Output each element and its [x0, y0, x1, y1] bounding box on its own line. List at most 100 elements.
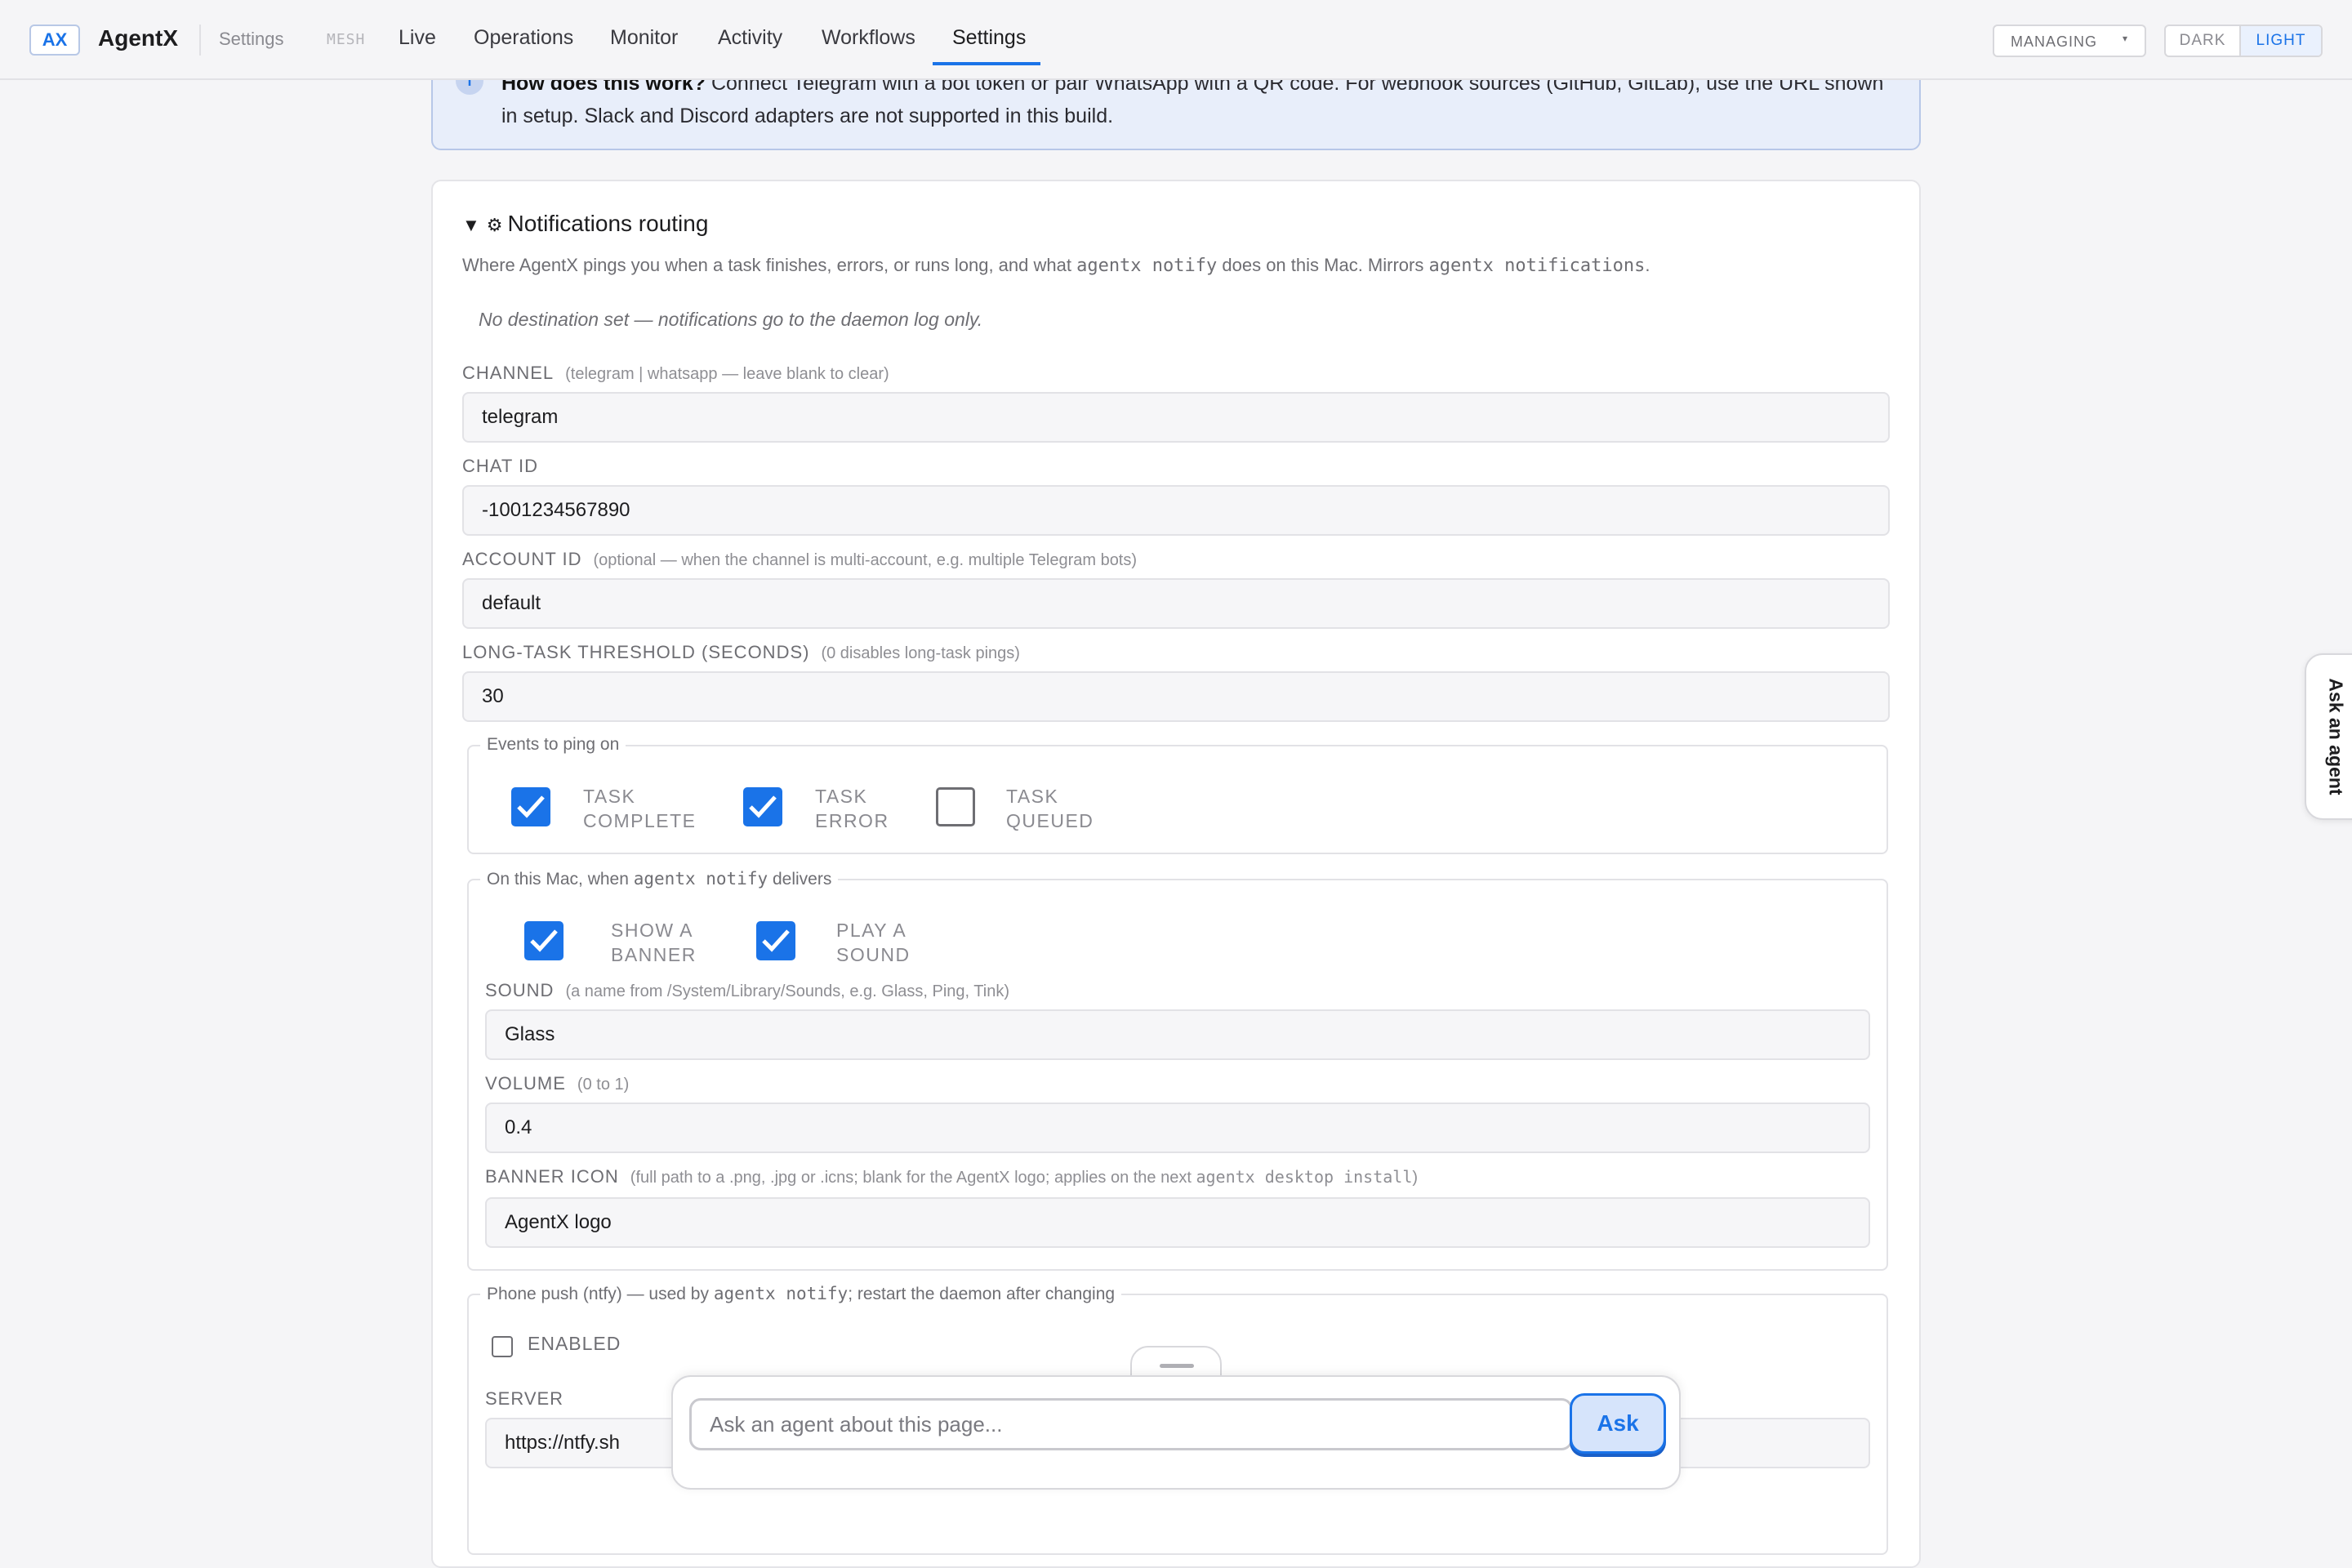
field-label: BANNER ICON: [485, 1166, 619, 1187]
label-line: TASK: [583, 786, 636, 807]
top-nav-bar: AX AgentX Settings MESH Live Operations …: [0, 0, 2352, 80]
managing-label: MANAGING: [2011, 33, 2098, 50]
tab-operations[interactable]: Operations: [474, 26, 573, 50]
task-queued-label: TASK QUEUED: [1006, 784, 1094, 833]
section-toggle[interactable]: ▼ ⚙ Notifications routing: [462, 211, 708, 237]
tab-live[interactable]: Live: [399, 26, 436, 50]
checkmark-icon: [517, 795, 545, 818]
events-legend: Events to ping on: [480, 735, 626, 755]
threshold-label: LONG-TASK THRESHOLD (SECONDS) (0 disables…: [462, 642, 1020, 663]
task-error-label: TASK ERROR: [815, 784, 889, 833]
chat-id-input[interactable]: -1001234567890: [462, 485, 1890, 536]
ask-input[interactable]: Ask an agent about this page...: [689, 1398, 1573, 1450]
checkmark-icon: [762, 929, 790, 952]
section-title: Notifications routing: [507, 211, 709, 236]
field-label: LONG-TASK THRESHOLD (SECONDS): [462, 642, 810, 662]
volume-label: VOLUME (0 to 1): [485, 1073, 629, 1094]
label-line: PLAY A: [836, 920, 907, 941]
banner-icon-input[interactable]: AgentX logo: [485, 1197, 1870, 1248]
server-label: SERVER: [485, 1388, 564, 1410]
legend-text: Phone push (ntfy) — used by: [487, 1285, 714, 1303]
label-line: SHOW A: [611, 920, 694, 941]
app-name[interactable]: AgentX: [98, 25, 178, 51]
divider: [199, 24, 201, 56]
desc-code: agentx notifications: [1428, 256, 1646, 276]
volume-input[interactable]: 0.4: [485, 1102, 1870, 1153]
section-description: Where AgentX pings you when a task finis…: [462, 255, 1650, 276]
tab-settings[interactable]: Settings: [952, 26, 1026, 50]
desc-code: agentx notify: [1076, 256, 1218, 276]
sound-label: SOUND (a name from /System/Library/Sounds…: [485, 980, 1009, 1001]
account-id-input[interactable]: default: [462, 578, 1890, 629]
app-logo[interactable]: AX: [29, 24, 80, 56]
legend-text: ; restart the daemon after changing: [848, 1285, 1116, 1303]
hint-code: agentx desktop install: [1196, 1167, 1413, 1187]
checkmark-icon: [749, 795, 777, 818]
task-complete-checkbox[interactable]: [511, 787, 550, 826]
mac-legend: On this Mac, when agentx notify delivers: [480, 869, 839, 889]
field-hint: (full path to a .png, .jpg or .icns; bla…: [630, 1167, 1418, 1187]
theme-light-button[interactable]: LIGHT: [2241, 26, 2321, 56]
info-line-2: in setup. Slack and Discord adapters are…: [501, 105, 1114, 127]
show-banner-label: SHOW A BANNER: [611, 918, 697, 967]
threshold-input[interactable]: 30: [462, 671, 1890, 722]
hint-text: (full path to a .png, .jpg or .icns; bla…: [630, 1169, 1196, 1187]
ntfy-enabled-checkbox[interactable]: [492, 1336, 513, 1357]
label-line: COMPLETE: [583, 810, 697, 831]
theme-toggle: DARK LIGHT: [2164, 24, 2323, 57]
legend-code: agentx notify: [713, 1284, 849, 1303]
field-label: ACCOUNT ID: [462, 549, 582, 569]
play-sound-checkbox[interactable]: [756, 921, 795, 960]
tab-workflows[interactable]: Workflows: [822, 26, 915, 50]
label-line: SOUND: [836, 944, 911, 965]
field-hint: (optional — when the channel is multi-ac…: [593, 551, 1138, 569]
label-line: TASK: [815, 786, 868, 807]
ntfy-legend: Phone push (ntfy) — used by agentx notif…: [480, 1284, 1122, 1304]
show-banner-checkbox[interactable]: [524, 921, 564, 960]
mesh-label[interactable]: MESH: [327, 31, 365, 48]
managing-dropdown[interactable]: MANAGING ▾: [1993, 24, 2146, 57]
active-tab-indicator: [933, 62, 1040, 65]
legend-text: delivers: [768, 870, 832, 889]
banner-icon-label: BANNER ICON (full path to a .png, .jpg or…: [485, 1166, 1418, 1187]
channel-input[interactable]: telegram: [462, 392, 1890, 443]
field-label: SOUND: [485, 980, 555, 1000]
desc-text: does on this Mac. Mirrors: [1217, 255, 1429, 275]
checkmark-icon: [530, 929, 558, 952]
task-error-checkbox[interactable]: [743, 787, 782, 826]
task-queued-checkbox[interactable]: [936, 787, 975, 826]
ask-agent-bar: Ask an agent about this page... Ask: [671, 1375, 1681, 1490]
disclosure-triangle-icon: ▼: [462, 215, 480, 235]
chevron-down-icon: ▾: [2122, 33, 2128, 44]
field-label: CHAT ID: [462, 456, 538, 476]
field-label: CHANNEL: [462, 363, 555, 383]
field-hint: (0 to 1): [577, 1076, 630, 1094]
ntfy-enabled-label: ENABLED: [528, 1333, 621, 1354]
field-label: SERVER: [485, 1388, 564, 1409]
tab-monitor[interactable]: Monitor: [610, 26, 678, 50]
events-fieldset: Events to ping on TASK COMPLETE TASK ERROR…: [467, 735, 1888, 854]
breadcrumb: Settings: [219, 29, 284, 49]
chat-id-label: CHAT ID: [462, 456, 538, 477]
desc-text: Where AgentX pings you when a task finis…: [462, 255, 1077, 275]
desc-text: .: [1645, 255, 1650, 275]
sound-input[interactable]: Glass: [485, 1009, 1870, 1060]
side-tab-label: Ask an agent: [2325, 678, 2347, 795]
play-sound-label: PLAY A SOUND: [836, 918, 911, 967]
field-hint: (telegram | whatsapp — leave blank to cl…: [565, 365, 889, 383]
no-destination-note: No destination set — notifications go to…: [479, 309, 983, 330]
drag-handle-icon: [1160, 1364, 1194, 1368]
ask-agent-side-tab[interactable]: Ask an agent: [2305, 653, 2352, 820]
field-hint: (0 disables long-task pings): [821, 644, 1020, 662]
legend-code: agentx notify: [633, 869, 768, 889]
mac-fieldset: On this Mac, when agentx notify delivers…: [467, 869, 1888, 1271]
label-line: QUEUED: [1006, 810, 1094, 831]
task-complete-label: TASK COMPLETE: [583, 784, 697, 833]
ask-button[interactable]: Ask: [1570, 1393, 1666, 1454]
tab-activity[interactable]: Activity: [718, 26, 782, 50]
field-label: VOLUME: [485, 1073, 566, 1094]
label-line: BANNER: [611, 944, 697, 965]
label-line: ERROR: [815, 810, 889, 831]
field-hint: (a name from /System/Library/Sounds, e.g…: [565, 982, 1009, 1000]
theme-dark-button[interactable]: DARK: [2166, 26, 2241, 56]
